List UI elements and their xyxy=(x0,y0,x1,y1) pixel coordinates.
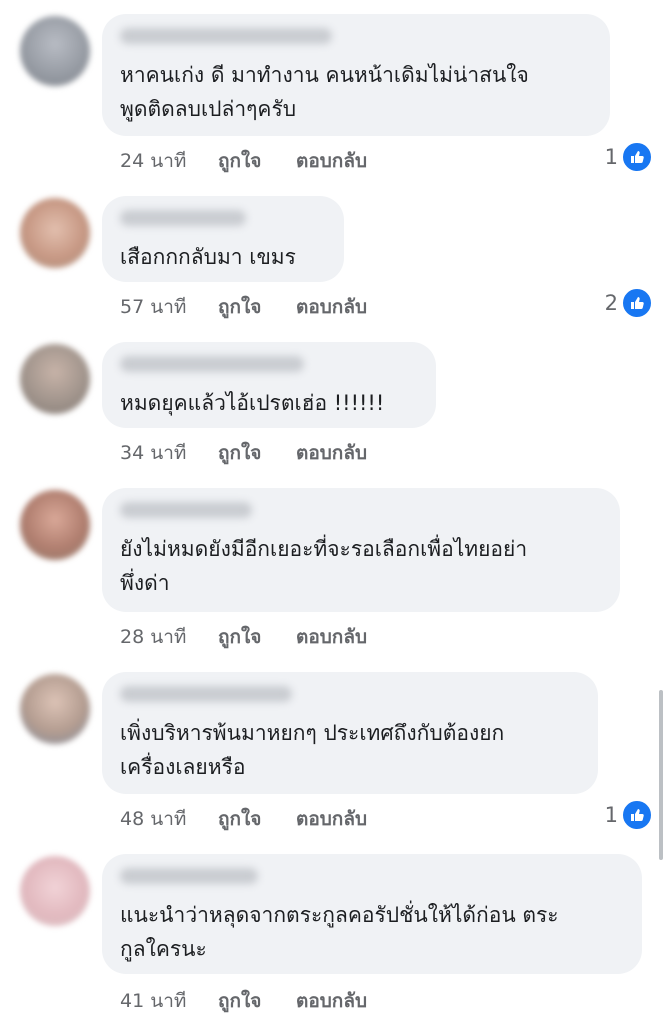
like-button[interactable]: ถูกใจ xyxy=(218,146,296,176)
comment-timestamp[interactable]: 48 นาที xyxy=(120,804,218,834)
reply-button[interactable]: ตอบกลับ xyxy=(296,438,367,468)
comment-timestamp[interactable]: 57 นาที xyxy=(120,292,218,322)
comment-text-line: เสือกกกลับมา เขมร xyxy=(120,245,296,269)
comment-text: เสือกกกลับมา เขมร xyxy=(120,240,296,274)
like-button[interactable]: ถูกใจ xyxy=(218,292,296,322)
comment-text-line: กูลใครนะ xyxy=(120,937,207,961)
comment-timestamp[interactable]: 41 นาที xyxy=(120,986,218,1016)
avatar[interactable] xyxy=(20,490,90,560)
like-button[interactable]: ถูกใจ xyxy=(218,986,296,1016)
comment-bubble: หาคนเก่ง ดี มาทำงาน คนหน้าเดิมไม่น่าสนใจ… xyxy=(102,14,610,136)
comment-timestamp[interactable]: 34 นาที xyxy=(120,438,218,468)
avatar[interactable] xyxy=(20,674,90,744)
comment-bubble: หมดยุคแล้วไอ้เปรตเฮ่อ !!!!!! xyxy=(102,342,436,428)
avatar[interactable] xyxy=(20,16,90,86)
comment-text: หมดยุคแล้วไอ้เปรตเฮ่อ !!!!!! xyxy=(120,386,384,420)
comment-bubble: เพิ่งบริหารพ้นมาหยกๆ ประเทศถึงกับต้องยก … xyxy=(102,672,598,794)
comment-actions: 41 นาที ถูกใจ ตอบกลับ xyxy=(120,986,367,1016)
comment-text-line: พูดติดลบเปล่าๆครับ xyxy=(120,97,297,121)
avatar[interactable] xyxy=(20,856,90,926)
comment-bubble: แนะนำว่าหลุดจากตระกูลคอรัปชั่นให้ได้ก่อน… xyxy=(102,854,642,974)
like-button[interactable]: ถูกใจ xyxy=(218,438,296,468)
avatar[interactable] xyxy=(20,344,90,414)
comment-text-line: เครื่องเลยหรือ xyxy=(120,755,246,779)
reaction-count: 1 xyxy=(604,803,618,827)
reaction-count: 1 xyxy=(604,145,618,169)
comment-text-line: เพิ่งบริหารพ้นมาหยกๆ ประเทศถึงกับต้องยก xyxy=(120,721,505,745)
comment-text-line: ยังไม่หมดยังมีอีกเยอะที่จะรอเลือกเพื่อไท… xyxy=(120,537,528,561)
comment-text-line: หาคนเก่ง ดี มาทำงาน คนหน้าเดิมไม่น่าสนใจ xyxy=(120,63,529,87)
comment-bubble: เสือกกกลับมา เขมร xyxy=(102,196,344,282)
comment-bubble: ยังไม่หมดยังมีอีกเยอะที่จะรอเลือกเพื่อไท… xyxy=(102,488,620,612)
reaction-summary[interactable]: 2 xyxy=(604,287,653,319)
author-name-blurred[interactable] xyxy=(120,868,258,884)
author-name-blurred[interactable] xyxy=(120,28,332,44)
comment-actions: 57 นาที ถูกใจ ตอบกลับ xyxy=(120,292,367,322)
comment-text-line: หมดยุคแล้วไอ้เปรตเฮ่อ !!!!!! xyxy=(120,391,385,415)
comment-text-line: แนะนำว่าหลุดจากตระกูลคอรัปชั่นให้ได้ก่อน… xyxy=(120,903,559,927)
like-reaction-icon xyxy=(621,141,653,173)
reaction-summary[interactable]: 1 xyxy=(604,141,653,173)
reply-button[interactable]: ตอบกลับ xyxy=(296,292,367,322)
like-reaction-icon xyxy=(621,799,653,831)
comment-thread: หาคนเก่ง ดี มาทำงาน คนหน้าเดิมไม่น่าสนใจ… xyxy=(0,0,667,1024)
author-name-blurred[interactable] xyxy=(120,502,252,518)
like-button[interactable]: ถูกใจ xyxy=(218,622,296,652)
reaction-count: 2 xyxy=(604,291,618,315)
author-name-blurred[interactable] xyxy=(120,356,304,372)
author-name-blurred[interactable] xyxy=(120,210,246,226)
scrollbar[interactable] xyxy=(659,690,663,860)
comment-text: ยังไม่หมดยังมีอีกเยอะที่จะรอเลือกเพื่อไท… xyxy=(120,532,527,600)
reply-button[interactable]: ตอบกลับ xyxy=(296,804,367,834)
reply-button[interactable]: ตอบกลับ xyxy=(296,622,367,652)
reply-button[interactable]: ตอบกลับ xyxy=(296,986,367,1016)
comment-actions: 34 นาที ถูกใจ ตอบกลับ xyxy=(120,438,367,468)
comment-actions: 48 นาที ถูกใจ ตอบกลับ xyxy=(120,804,367,834)
comment-actions: 24 นาที ถูกใจ ตอบกลับ xyxy=(120,146,367,176)
like-reaction-icon xyxy=(621,287,653,319)
comment-text: เพิ่งบริหารพ้นมาหยกๆ ประเทศถึงกับต้องยก … xyxy=(120,716,504,784)
avatar[interactable] xyxy=(20,198,90,268)
comment-timestamp[interactable]: 24 นาที xyxy=(120,146,218,176)
comment-text: แนะนำว่าหลุดจากตระกูลคอรัปชั่นให้ได้ก่อน… xyxy=(120,898,559,966)
comment-timestamp[interactable]: 28 นาที xyxy=(120,622,218,652)
reaction-summary[interactable]: 1 xyxy=(604,799,653,831)
comment-actions: 28 นาที ถูกใจ ตอบกลับ xyxy=(120,622,367,652)
comment-text: หาคนเก่ง ดี มาทำงาน คนหน้าเดิมไม่น่าสนใจ… xyxy=(120,58,529,126)
like-button[interactable]: ถูกใจ xyxy=(218,804,296,834)
reply-button[interactable]: ตอบกลับ xyxy=(296,146,367,176)
comment-text-line: พึ่งด่า xyxy=(120,571,170,595)
author-name-blurred[interactable] xyxy=(120,686,292,702)
